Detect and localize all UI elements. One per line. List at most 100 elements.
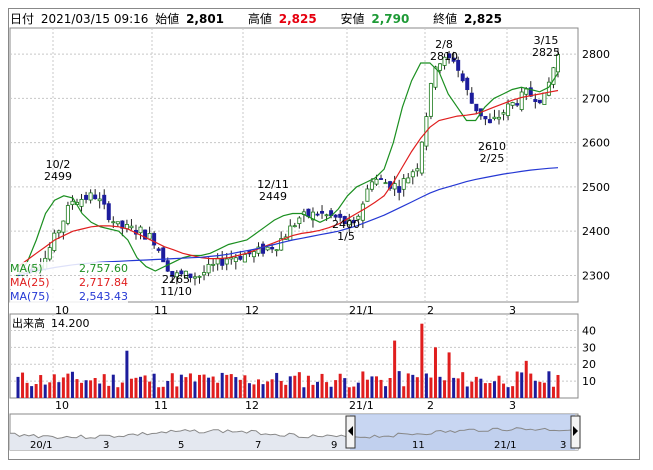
volume-bar [329,386,333,398]
candle-body [88,192,93,201]
volume-bar [542,382,546,398]
volume-bar [75,379,79,398]
candle-body [383,182,388,185]
volume-bar [257,379,261,398]
volume-bar [492,381,496,398]
time-axis-label: 3 [509,399,516,412]
candle-body [379,178,384,180]
candle-body [360,203,365,221]
volume-bar [238,379,242,398]
volume-bar [474,376,478,398]
annotation-price: 2825 [532,46,560,59]
price-axis-label: 2500 [582,181,610,194]
volume-axis-label: 10 [582,375,596,388]
volume-bar [116,387,120,398]
volume-bar [161,386,165,398]
volume-bars-group [16,323,560,398]
volume-bar [193,381,197,398]
volume-bar [57,382,61,398]
volume-bar [347,387,351,398]
volume-bar [93,378,97,398]
annotation-price: 2449 [259,190,287,203]
volume-bar [16,376,20,398]
volume-bar [34,384,38,398]
navigator-axis-label: 21/1 [494,440,516,451]
ma75-value: 2,543.43 [79,290,128,303]
candle-body [501,112,506,115]
volume-bar [139,376,143,398]
candle-body [333,214,338,218]
volume-bar [433,347,437,398]
volume-bar [216,382,220,398]
volume-bar [66,373,70,398]
time-axis-label: 2 [427,399,434,412]
candle-body [542,92,547,105]
volume-bar [488,383,492,398]
volume-bar [202,374,206,398]
volume-bar [179,374,183,398]
volume-bar [461,372,465,398]
volume-bar [420,323,424,398]
time-axis-label: 3 [509,304,516,317]
volume-bar [325,382,329,398]
price-chart-svg[interactable]: 2800 2700 2600 2500 2400 2300 10 10 11 11 12 12 21/1… [0,0,653,470]
navigator-axis-label: 9 [331,440,337,451]
volume-axis-label: 40 [582,324,596,337]
time-axis-label: 12 [245,304,259,317]
volume-bar [429,377,433,398]
volume-bar [225,374,229,398]
candle-body [515,103,520,106]
volume-bar [343,378,347,398]
volume-bar [98,383,102,398]
candle-body [492,116,497,120]
volume-bar [533,380,537,398]
candle-body [197,275,202,278]
navigator-axis-label: 11 [412,440,425,451]
candle-body [392,183,397,190]
volume-bar [515,371,519,398]
candle-body [56,230,61,234]
volume-bar [125,350,129,398]
volume-axis-label: 30 [582,341,596,354]
candle-body [238,255,243,260]
volume-bar [198,374,202,398]
navigator-handle-right[interactable] [570,415,581,449]
navigator-handle-left[interactable] [345,415,356,449]
volume-bar [184,377,188,398]
volume-bar [288,376,292,398]
time-axis-label: 21/1 [349,304,374,317]
candle-body [274,249,279,252]
candle-body [465,77,470,91]
volume-bar [551,386,555,398]
candle-body [79,198,84,207]
candles-group [15,48,561,286]
volume-bar [452,377,456,398]
volume-bar [89,380,93,398]
candle-body [519,91,524,110]
volume-bar [320,373,324,398]
ma5-value: 2,757.60 [79,262,128,275]
volume-bar [39,375,43,398]
volume-bar [229,374,233,398]
candle-body [111,221,116,224]
candle-body [93,194,98,200]
volume-bar [284,384,288,398]
candle-body [460,73,465,82]
navigator-axis-label: 3 [560,440,566,451]
volume-bar [315,381,319,398]
volume-bar [365,379,369,398]
candle-body [84,194,89,200]
volume-bar [48,382,52,398]
volume-bar [52,374,56,398]
volume-bar [388,378,392,398]
candle-body [474,103,479,112]
candle-body [297,217,302,225]
volume-bar [443,380,447,398]
candle-body [242,254,247,263]
navigator-selection [350,414,575,450]
candle-body [265,246,270,251]
volume-bar [170,373,174,398]
time-axis-label: 11 [154,304,168,317]
volume-bar [266,381,270,398]
candle-body [115,221,120,225]
